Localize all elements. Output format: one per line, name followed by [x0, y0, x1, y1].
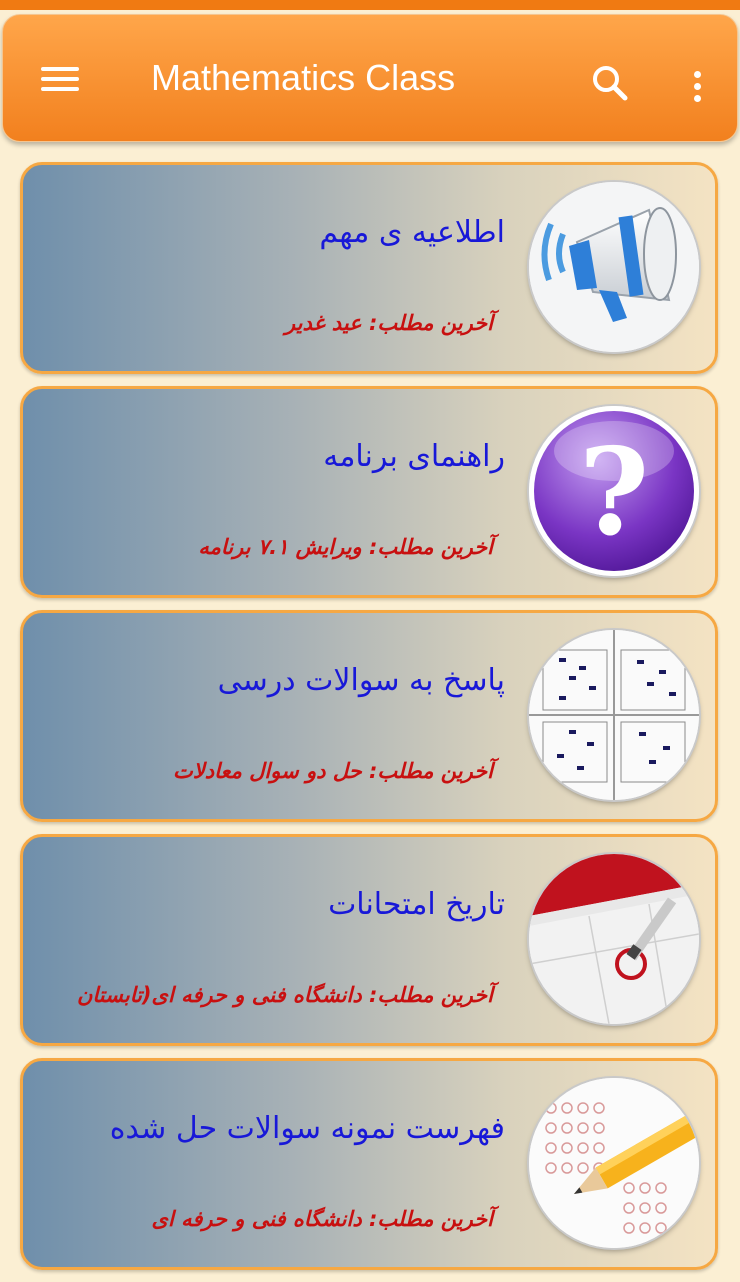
category-card-solved-samples[interactable]: فهرست نمونه سوالات حل شده آخرین مطلب: دا…: [20, 1058, 718, 1270]
category-card-announcements[interactable]: اطلاعیه ی مهم آخرین مطلب: عید غدیر: [20, 162, 718, 374]
search-icon[interactable]: [585, 59, 635, 109]
svg-text:?: ?: [579, 422, 649, 563]
card-title: پاسخ به سوالات درسی: [217, 663, 505, 698]
answer-sheet-icon: [529, 630, 699, 800]
card-latest-post: آخرین مطلب: حل دو سوال معادلات: [172, 759, 493, 783]
card-title: راهنمای برنامه: [323, 439, 505, 474]
card-latest-post: آخرین مطلب: دانشگاه فنی و حرفه ای(تابستا…: [76, 983, 493, 1007]
category-card-course-answers[interactable]: پاسخ به سوالات درسی آخرین مطلب: حل دو سو…: [20, 610, 718, 822]
more-vert-icon[interactable]: [681, 59, 715, 109]
card-title: فهرست نمونه سوالات حل شده: [109, 1111, 505, 1146]
status-bar: [0, 0, 740, 10]
question-mark-icon: ?: [529, 406, 699, 576]
card-latest-post: آخرین مطلب: دانشگاه فنی و حرفه ای: [151, 1207, 493, 1231]
pencil-test-icon: [529, 1078, 699, 1248]
app-title: Mathematics Class: [151, 57, 456, 98]
calendar-icon: [529, 854, 699, 1024]
category-card-exam-dates[interactable]: تاریخ امتحانات آخرین مطلب: دانشگاه فنی و…: [20, 834, 718, 1046]
card-latest-post: آخرین مطلب: عید غدیر: [285, 311, 493, 335]
category-card-app-guide[interactable]: راهنمای برنامه آخرین مطلب: ویرایش ۷.۱ بر…: [20, 386, 718, 598]
card-latest-post: آخرین مطلب: ویرایش ۷.۱ برنامه: [198, 535, 493, 559]
megaphone-icon: [529, 182, 699, 352]
category-list: اطلاعیه ی مهم آخرین مطلب: عید غدیر راهنم…: [20, 162, 720, 1282]
card-title: تاریخ امتحانات: [328, 887, 505, 922]
app-bar: Mathematics Class: [2, 14, 738, 142]
card-title: اطلاعیه ی مهم: [319, 215, 505, 250]
hamburger-menu-icon[interactable]: [33, 55, 89, 103]
